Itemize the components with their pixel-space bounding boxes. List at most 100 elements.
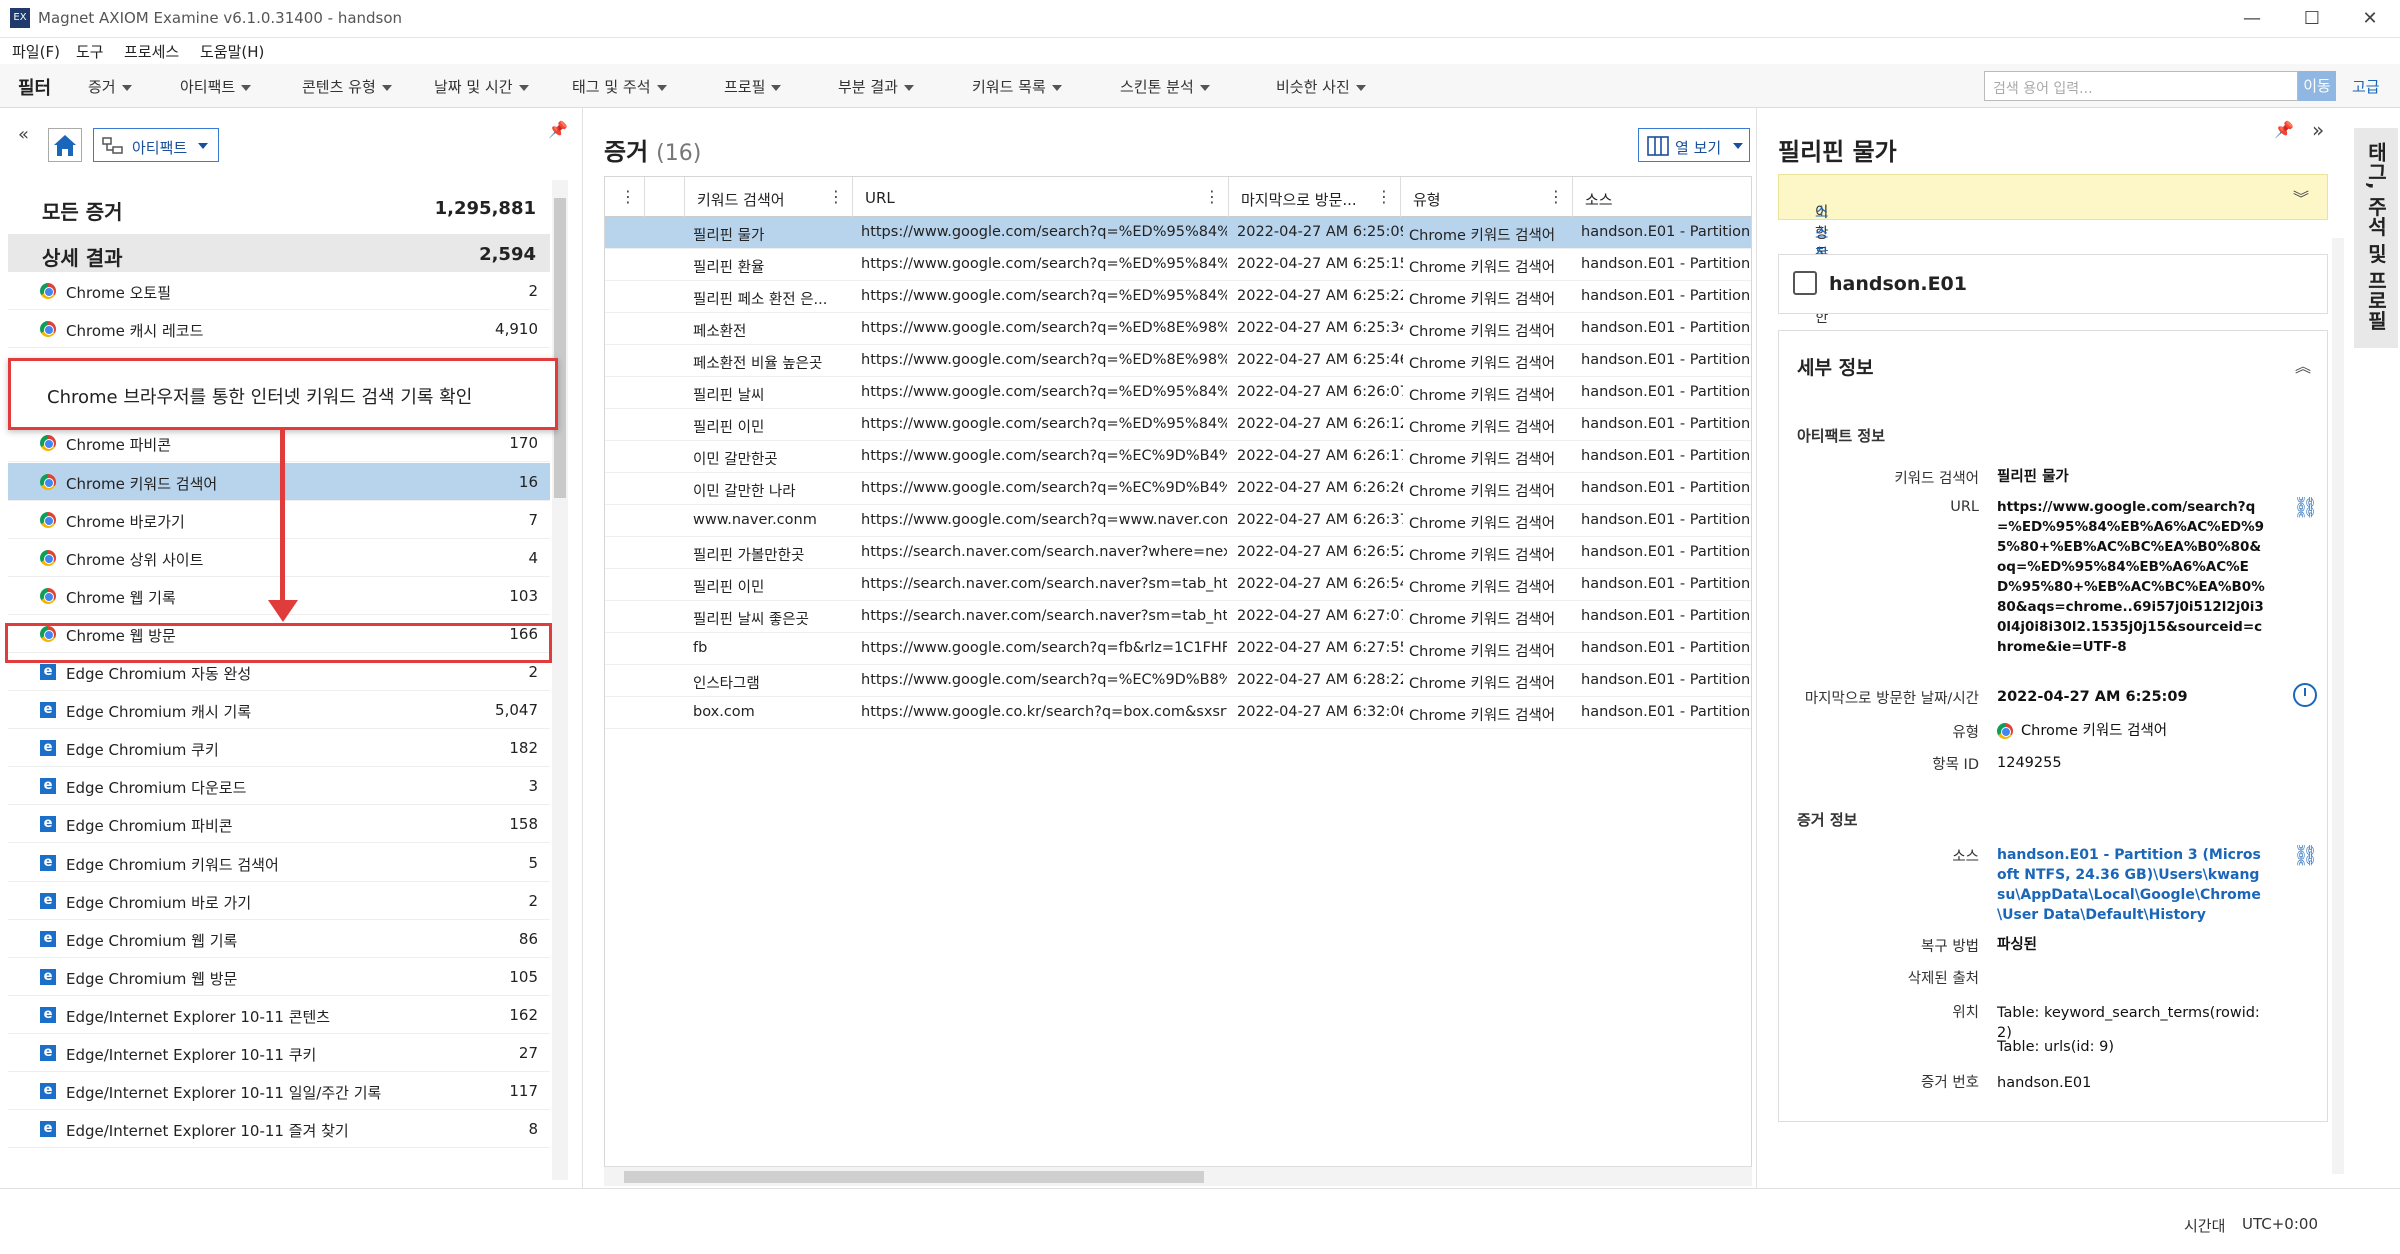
search-input[interactable]: 검색 용어 입력... (1984, 71, 2298, 101)
column-source[interactable]: 소스 (1573, 177, 1751, 217)
column-keyword[interactable]: 키워드 검색어 ⋮ (685, 177, 853, 217)
pin-icon[interactable]: 📌 (2274, 120, 2294, 139)
cell-type: Chrome 키워드 검색어 (1409, 708, 1556, 724)
artifact-tree-item[interactable]: e Edge/Internet Explorer 10-11 즐겨 찾기 8 (8, 1110, 550, 1149)
all-evidence-row[interactable]: 모든 증거 1,295,881 (8, 180, 550, 234)
artifact-tree-item[interactable]: e Edge Chromium 바로 가기 2 (8, 881, 550, 920)
cell-source: handson.E01 - Partition 3 (M (1581, 672, 1751, 688)
cell-source: handson.E01 - Partition 3 (M (1581, 512, 1751, 528)
cell-last-visited: 2022-04-27 AM 6:27:07 (1237, 608, 1403, 624)
timezone-value[interactable]: UTC+0:00 (2242, 1215, 2318, 1233)
table-row[interactable]: 필리핀 날씨 좋은곳 https://search.naver.com/searc… (605, 601, 1751, 633)
chrome-icon (40, 473, 56, 490)
filter-content-type[interactable]: 콘텐츠 유형 (302, 76, 392, 97)
home-button[interactable] (48, 128, 82, 162)
network-icon[interactable]: ⛓ (2293, 495, 2318, 519)
artifact-tree-item-label: Edge Chromium 키워드 검색어 (66, 855, 279, 874)
column-view-button[interactable]: 열 보기 (1638, 128, 1750, 162)
artifact-tree-item[interactable]: e Edge/Internet Explorer 10-11 쿠키 27 (8, 1034, 550, 1072)
artifact-tree-item[interactable]: Chrome 오토필 2 (8, 272, 550, 310)
cell-keyword: 이민 갈만한곳 (693, 452, 778, 468)
tags-comments-profiles-tab[interactable]: 태그, 주석 및 프로필 (2354, 128, 2398, 348)
table-row[interactable]: 필리핀 이민 https://www.google.com/search?q=%E… (605, 409, 1751, 441)
menu-tools[interactable]: 도구 (76, 41, 104, 62)
artifact-tree-item[interactable]: Chrome 캐시 레코드 4,910 (8, 310, 550, 349)
chevron-up-icon[interactable]: ︽ (2295, 353, 2311, 377)
artifact-tree-item[interactable]: e Edge Chromium 캐시 기록 5,047 (8, 691, 550, 730)
column-url[interactable]: URL ⋮ (853, 177, 1229, 217)
chevron-down-icon[interactable]: ︾ (2293, 185, 2309, 209)
table-row[interactable]: 이민 갈만한곳 https://www.google.com/search?q=%… (605, 441, 1751, 473)
menu-file[interactable]: 파일(F) (12, 41, 60, 62)
filter-keyword-list[interactable]: 키워드 목록 (972, 76, 1062, 97)
artifact-tree-item[interactable]: e Edge Chromium 웹 방문 105 (8, 957, 550, 996)
evidence-image-icon (1793, 271, 1817, 295)
details-scrollbar[interactable] (2332, 238, 2344, 1174)
table-row[interactable]: 페소환전 https://www.google.com/search?q=%ED%… (605, 313, 1751, 345)
maximize-button[interactable]: ☐ (2282, 4, 2342, 34)
filter-similar-photos[interactable]: 비슷한 사진 (1276, 76, 1366, 97)
filter-date-time[interactable]: 날짜 및 시간 (434, 76, 529, 97)
advanced-link[interactable]: 고급 (2352, 76, 2380, 97)
cell-source: handson.E01 - Partition 3 (M (1581, 416, 1751, 432)
table-row[interactable]: 필리핀 날씨 https://www.google.com/search?q=%E… (605, 377, 1751, 409)
category-header[interactable]: 상세 결과 2,594 (8, 234, 550, 272)
artifact-tree-item-count: 4,910 (495, 320, 538, 339)
table-row[interactable]: 인스타그램 https://www.google.com/search?q=%EC… (605, 665, 1751, 697)
grid-horizontal-scrollbar[interactable] (604, 1166, 1752, 1186)
collapse-left-icon[interactable]: « (18, 124, 29, 145)
pin-icon[interactable]: 📌 (548, 120, 568, 139)
column-last-visited[interactable]: 마지막으로 방문... ⋮ (1229, 177, 1401, 217)
filter-evidence[interactable]: 증거 (88, 76, 132, 97)
network-icon[interactable]: ⛓ (2293, 843, 2318, 867)
table-row[interactable]: 필리핀 환율 https://www.google.com/search?q=%E… (605, 249, 1751, 281)
artifact-tree-item[interactable]: Chrome 키워드 검색어 16 (8, 462, 550, 501)
table-row[interactable]: 이민 갈만한 나라 https://www.google.com/search?q… (605, 473, 1751, 505)
artifact-tree-item-count: 7 (528, 510, 538, 529)
cell-last-visited: 2022-04-27 AM 6:25:09 (1237, 224, 1403, 240)
filter-artifacts[interactable]: 아티팩트 (180, 76, 252, 97)
artifact-tree-item[interactable]: e Edge/Internet Explorer 10-11 콘텐츠 162 (8, 995, 550, 1034)
table-row[interactable]: 필리핀 물가 https://www.google.com/search?q=%E… (605, 217, 1751, 249)
artifact-tree-item[interactable]: e Edge Chromium 쿠키 182 (8, 729, 550, 768)
menu-help[interactable]: 도움말(H) (200, 41, 264, 62)
artifact-tree-item[interactable]: e Edge Chromium 다운로드 3 (8, 767, 550, 806)
artifact-tree-item[interactable]: Chrome 바로가기 7 (8, 500, 550, 539)
recovery-value: 파싱된 (1997, 937, 2038, 953)
artifact-view-dropdown[interactable]: 아티팩트 (93, 128, 219, 162)
artifact-tree-item[interactable]: Chrome 상위 사이트 4 (8, 538, 550, 577)
source-link[interactable]: handson.E01 - Partition 3 (Microsoft NTF… (1997, 845, 2267, 925)
go-button[interactable]: 이동 (2298, 71, 2336, 101)
table-row[interactable]: fb https://www.google.com/search?q=fb&rlz… (605, 633, 1751, 665)
cell-source: handson.E01 - Partition 3 (M (1581, 256, 1751, 272)
table-row[interactable]: 페소환전 비율 높은곳 https://www.google.com/search… (605, 345, 1751, 377)
row-menu-column[interactable]: ⋮ (605, 177, 645, 217)
table-row[interactable]: 필리핀 페소 환전 은... https://www.google.com/sea… (605, 281, 1751, 313)
details-title: 필리핀 물가 (1778, 138, 1897, 166)
filter-profile[interactable]: 프로필 (724, 76, 782, 97)
artifact-tree-item-count: 3 (528, 777, 538, 796)
minimize-button[interactable]: — (2222, 4, 2282, 34)
menu-bar: 파일(F) 도구 프로세스 도움말(H) (0, 38, 2400, 64)
column-type[interactable]: 유형 ⋮ (1401, 177, 1573, 217)
menu-process[interactable]: 프로세스 (124, 41, 179, 62)
tree-scrollbar[interactable] (552, 180, 568, 1180)
table-row[interactable]: box.com https://www.google.co.kr/search?q… (605, 697, 1751, 729)
artifact-tree-item[interactable]: e Edge/Internet Explorer 10-11 일일/주간 기록 11… (8, 1072, 550, 1111)
expand-right-icon[interactable]: » (2312, 118, 2324, 142)
table-row[interactable]: www.naver.conm https://www.google.com/sea… (605, 505, 1751, 537)
artifact-tree-item[interactable]: Chrome 파비콘 170 (8, 424, 550, 463)
artifact-tree-item[interactable]: e Edge Chromium 파비콘 158 (8, 805, 550, 844)
close-button[interactable]: ✕ (2340, 4, 2400, 34)
filter-partial-results[interactable]: 부분 결과 (838, 76, 914, 97)
filter-skintone[interactable]: 스킨톤 분석 (1120, 76, 1210, 97)
filter-tags-comments[interactable]: 태그 및 주석 (572, 76, 667, 97)
cell-url: https://www.google.com/search?q=fb&rlz=1… (861, 640, 1227, 656)
clock-icon[interactable] (2293, 683, 2317, 707)
chrome-icon (1997, 723, 2013, 739)
table-row[interactable]: 필리핀 가볼만한곳 https://search.naver.com/search… (605, 537, 1751, 569)
artifact-tree-item[interactable]: e Edge Chromium 키워드 검색어 5 (8, 843, 550, 882)
artifact-tree-item[interactable]: e Edge Chromium 웹 기록 86 (8, 919, 550, 958)
select-column[interactable] (645, 177, 685, 217)
table-row[interactable]: 필리핀 이민 https://search.naver.com/search.na… (605, 569, 1751, 601)
